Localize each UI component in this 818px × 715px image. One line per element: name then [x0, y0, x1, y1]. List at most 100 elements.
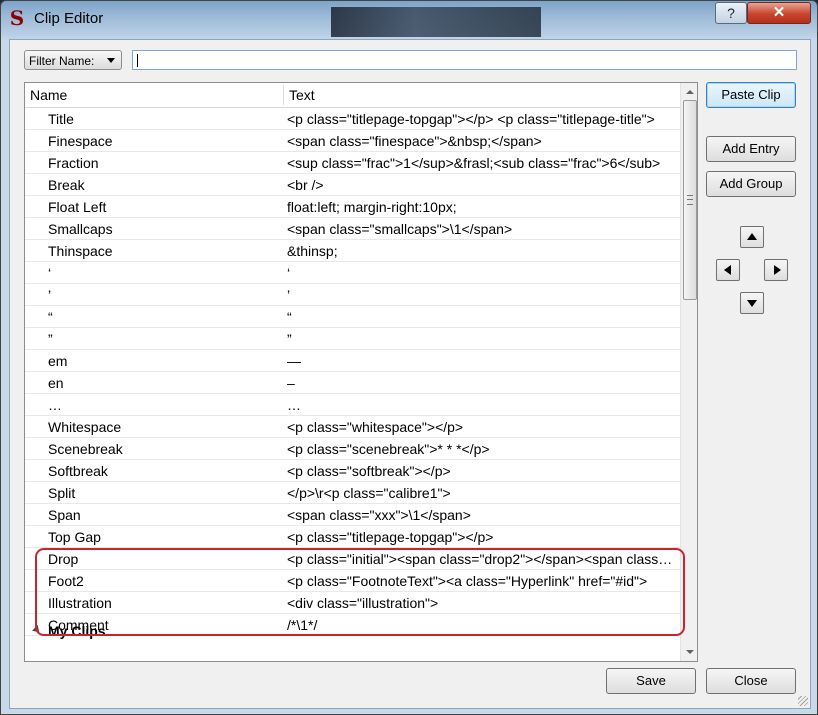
resize-grip-icon[interactable]: [798, 696, 808, 706]
clip-text: …: [287, 397, 301, 413]
clip-name: Break: [48, 177, 85, 193]
clip-text: <span class="finespace">&nbsp;</span>: [287, 133, 542, 149]
help-button[interactable]: ?: [715, 2, 747, 24]
filter-dropdown-label: Filter Name:: [29, 54, 95, 68]
clip-row[interactable]: Span <span class="xxx">\1</span>: [25, 504, 680, 526]
clip-rows: Title <p class="titlepage-topgap"></p> <p…: [25, 108, 680, 636]
clip-name: ”: [48, 331, 53, 347]
window-close-button[interactable]: ✕: [747, 2, 811, 24]
move-left-button[interactable]: [716, 259, 740, 281]
clip-name: Drop: [48, 551, 79, 567]
clip-row[interactable]: Foot2 <p class="FootnoteText"><a class="H…: [25, 570, 680, 592]
clip-row[interactable]: ’’: [25, 284, 680, 306]
save-button[interactable]: Save: [606, 668, 696, 694]
clip-row[interactable]: Title <p class="titlepage-topgap"></p> <p…: [25, 108, 680, 130]
clip-text: <p class="whitespace"></p>: [287, 419, 464, 435]
filter-input[interactable]: [133, 51, 804, 69]
column-header-text[interactable]: Text: [289, 83, 315, 107]
group-label: My Clips: [48, 623, 106, 639]
clip-name: Split: [48, 485, 76, 501]
clip-row[interactable]: em —: [25, 350, 680, 372]
vertical-scrollbar[interactable]: [680, 83, 697, 661]
dialog-body: Filter Name: Name Text Title <p class="ti…: [9, 39, 811, 709]
clip-text: <span class="smallcaps">\1</span>: [287, 221, 513, 237]
clip-row[interactable]: ““: [25, 306, 680, 328]
clip-text: ‘: [287, 265, 291, 281]
clip-row[interactable]: Softbreak <p class="softbreak"></p>: [25, 460, 680, 482]
clip-name: Title: [48, 111, 74, 127]
clip-row[interactable]: Whitespace <p class="whitespace"></p>: [25, 416, 680, 438]
clip-name: Top Gap: [48, 529, 101, 545]
window-title: Clip Editor: [34, 10, 104, 27]
clip-editor-window: S Clip Editor ? ✕ Filter Name: Name Text…: [0, 0, 818, 715]
clip-row[interactable]: Thinspace &thinsp;: [25, 240, 680, 262]
clip-name: Fraction: [48, 155, 99, 171]
clip-row[interactable]: ””: [25, 328, 680, 350]
paste-clip-button[interactable]: Paste Clip: [706, 82, 796, 108]
grip-icon: [687, 195, 693, 205]
column-header-name[interactable]: Name: [30, 83, 67, 107]
scrollbar-thumb[interactable]: [683, 100, 697, 300]
close-button[interactable]: Close: [706, 668, 796, 694]
clip-text: <sup class="frac">1</sup>&frasl;<sub cla…: [287, 155, 661, 171]
clip-row[interactable]: Break <br />: [25, 174, 680, 196]
clip-row[interactable]: Drop <p class="initial"><span class="drop…: [25, 548, 680, 570]
clip-text: &thinsp;: [287, 243, 338, 259]
clip-row[interactable]: ‘‘: [25, 262, 680, 284]
clip-text: ”: [287, 331, 292, 347]
clip-tree[interactable]: Name Text Title <p class="titlepage-topga…: [24, 82, 698, 662]
clip-text: <p class="scenebreak">* * *</p>: [287, 441, 490, 457]
clip-row[interactable]: Float Left float:left; margin-right:10px;: [25, 196, 680, 218]
clip-name: Foot2: [48, 573, 84, 589]
clip-name: ’: [48, 287, 52, 303]
clip-text: <span class="xxx">\1</span>: [287, 507, 471, 523]
clip-name: Span: [48, 507, 81, 523]
arrow-down-icon: [747, 300, 757, 307]
clip-name: …: [48, 397, 62, 413]
clip-text: <p class="titlepage-topgap"></p> <p clas…: [287, 111, 655, 127]
move-up-button[interactable]: [740, 226, 764, 248]
sigil-app-icon: S: [9, 6, 25, 30]
clip-row[interactable]: Split </p>\r<p class="calibre1">: [25, 482, 680, 504]
filter-name-dropdown[interactable]: Filter Name:: [24, 50, 122, 70]
clip-name: Whitespace: [48, 419, 122, 435]
clip-name: Finespace: [48, 133, 113, 149]
clip-name: Softbreak: [48, 463, 108, 479]
clip-row[interactable]: Finespace <span class="finespace">&nbsp;<…: [25, 130, 680, 152]
clip-name: “: [48, 309, 53, 325]
scroll-up-arrow-icon[interactable]: [681, 83, 697, 100]
add-group-button[interactable]: Add Group: [706, 171, 796, 197]
group-row-my-clips[interactable]: My Clips: [25, 621, 680, 641]
clip-row[interactable]: Top Gap <p class="titlepage-topgap"></p>: [25, 526, 680, 548]
filter-input-box[interactable]: [132, 50, 804, 70]
clip-row[interactable]: Illustration <div class="illustration">: [25, 592, 680, 614]
arrow-right-icon: [774, 265, 781, 275]
clip-name: em: [48, 353, 68, 369]
clip-row[interactable]: Smallcaps <span class="smallcaps">\1</spa…: [25, 218, 680, 240]
chevron-down-icon: [107, 58, 115, 63]
column-divider[interactable]: [283, 85, 284, 105]
clip-name: Scenebreak: [48, 441, 123, 457]
clip-text: </p>\r<p class="calibre1">: [287, 485, 451, 501]
expand-arrow-icon[interactable]: [32, 625, 42, 635]
clip-name: Thinspace: [48, 243, 113, 259]
clip-row[interactable]: Scenebreak <p class="scenebreak">* * *</p…: [25, 438, 680, 460]
clip-text: float:left; margin-right:10px;: [287, 199, 457, 215]
clip-row[interactable]: Fraction <sup class="frac">1</sup>&frasl;…: [25, 152, 680, 174]
tree-header: Name Text: [25, 83, 680, 108]
clip-name: en: [48, 375, 64, 391]
arrow-left-icon: [724, 265, 731, 275]
move-right-button[interactable]: [764, 259, 788, 281]
clip-row[interactable]: ……: [25, 394, 680, 416]
title-bar[interactable]: S Clip Editor ? ✕: [1, 1, 817, 39]
add-entry-button[interactable]: Add Entry: [706, 136, 796, 162]
scroll-down-arrow-icon[interactable]: [681, 644, 697, 661]
clip-text: —: [287, 353, 301, 369]
clip-text: “: [287, 309, 292, 325]
clip-row[interactable]: en –: [25, 372, 680, 394]
clip-text: ’: [287, 287, 291, 303]
clip-text: <p class="initial"><span class="drop2"><…: [287, 551, 675, 567]
clip-text: <p class="FootnoteText"><a class="Hyperl…: [287, 573, 648, 589]
background-wallpaper-strip: [331, 7, 541, 37]
move-down-button[interactable]: [740, 292, 764, 314]
